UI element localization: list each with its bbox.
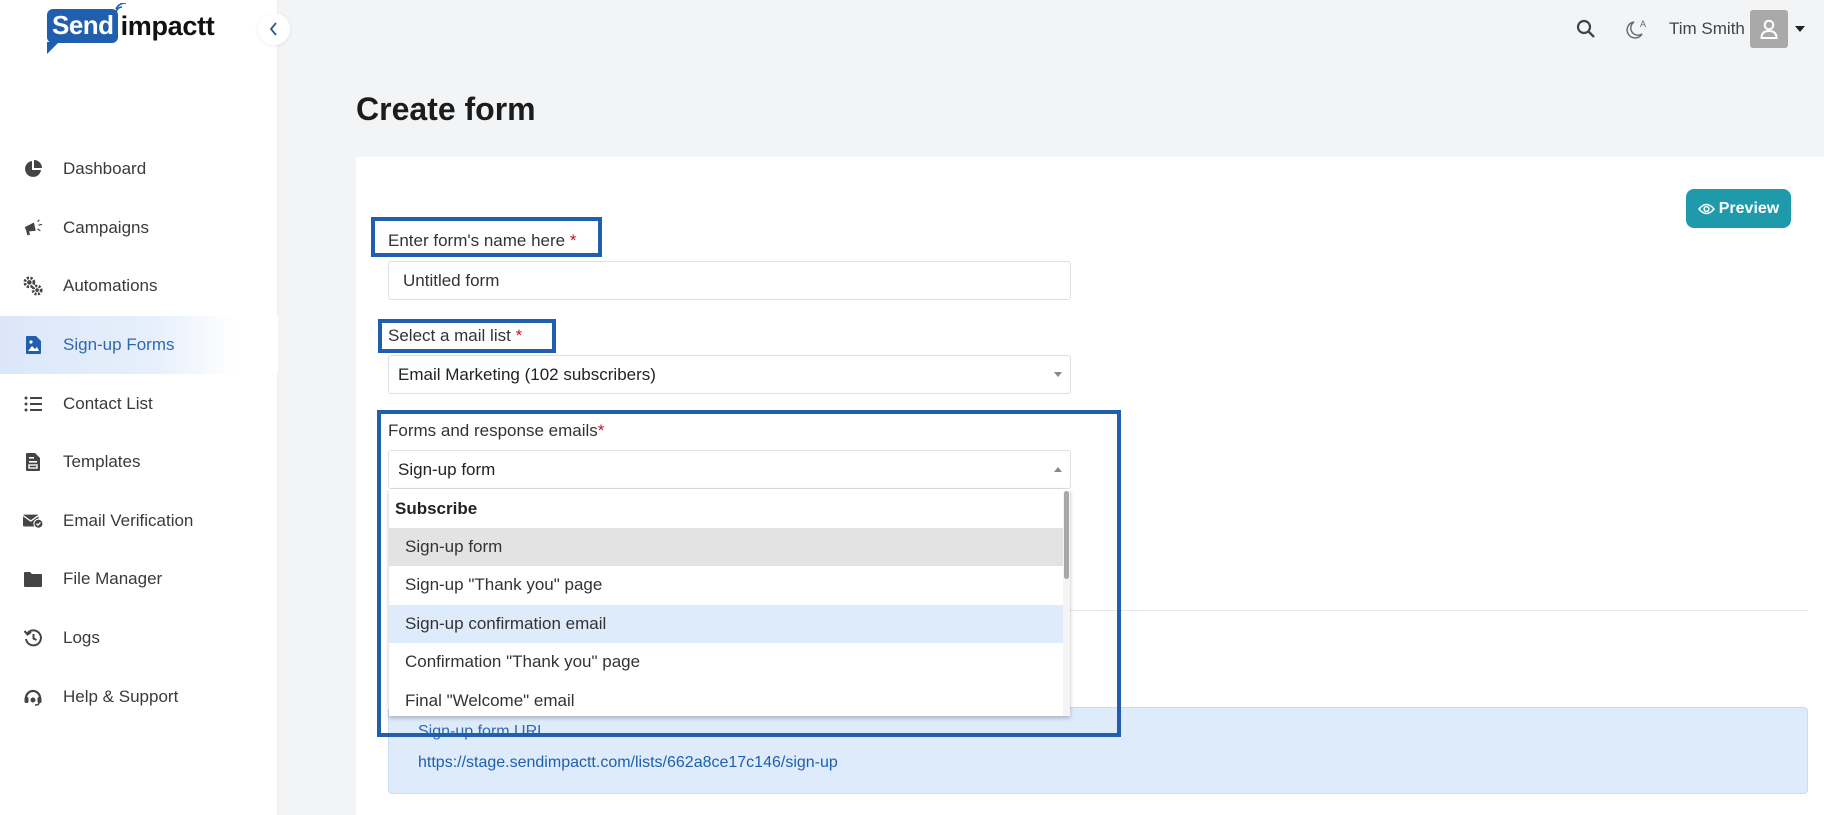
sidebar-item-campaigns[interactable]: Campaigns [0,199,278,258]
sidebar-item-help-support[interactable]: Help & Support [0,667,278,726]
form-file-icon [23,335,43,355]
sidebar-item-label: Contact List [63,393,153,413]
user-name[interactable]: Tim Smith [1669,19,1745,39]
dropdown-group-label: Subscribe [395,499,478,518]
mail-list-label: Select a mail list * [388,326,522,346]
list-icon [23,394,43,414]
envelope-check-icon [23,511,43,531]
caret-down-icon[interactable] [1795,26,1805,32]
search-icon [1576,19,1595,38]
sidebar-item-label: Sign-up Forms [63,335,175,355]
dropdown-option[interactable]: Final "Welcome" email [389,682,1063,716]
sidebar-item-label: Logs [63,628,100,648]
sidebar-item-templates[interactable]: Templates [0,433,278,492]
page-title: Create form [356,91,536,127]
sidebar-item-automations[interactable]: Automations [0,257,278,316]
forms-emails-selected-value: Sign-up form [398,459,496,479]
chevron-up-icon [1054,467,1062,472]
form-name-label-text: Enter form's name here [388,231,566,250]
logo-wordmark: impactt [114,2,215,42]
logo-bubble: Send [47,9,118,54]
forms-emails-dropdown: Subscribe Sign-up form Sign-up "Thank yo… [389,489,1070,716]
sidebar-item-label: File Manager [63,569,163,589]
required-mark: * [515,326,523,345]
chevron-left-icon [269,22,277,36]
sidebar-item-email-verification[interactable]: Email Verification [0,492,278,551]
headset-icon [23,687,43,707]
forms-emails-select[interactable]: Sign-up form [388,450,1071,489]
signup-url-link[interactable]: https://stage.sendimpactt.com/lists/662a… [418,754,838,772]
form-name-label: Enter form's name here * [388,231,576,251]
theme-toggle-button[interactable]: A [1620,12,1654,46]
user-icon [1760,19,1778,39]
forms-emails-label-text: Forms and response emails [388,421,598,440]
sidebar-item-logs[interactable]: Logs [0,609,278,668]
mail-list-label-text: Select a mail list [388,326,511,345]
required-mark: * [569,231,577,250]
mail-list-selected-value: Email Marketing (102 subscribers) [398,364,656,384]
svg-text:A: A [1640,19,1646,29]
signup-url-panel: Sign-up form URL https://stage.sendimpac… [388,707,1808,794]
eye-icon [1697,203,1715,214]
template-file-icon [23,452,43,472]
search-button[interactable] [1569,12,1603,46]
sidebar: Send impactt Dashboard Campaigns Automat… [0,0,278,815]
sidebar-item-sign-up-forms[interactable]: Sign-up Forms [0,315,278,375]
mail-list-select[interactable]: Email Marketing (102 subscribers) [388,355,1071,394]
preview-button[interactable]: Preview [1686,189,1791,228]
sidebar-item-label: Templates [63,452,141,472]
sidebar-item-dashboard[interactable]: Dashboard [0,140,278,199]
logo-text: impactt [120,10,215,41]
sidebar-item-label: Email Verification [63,510,194,530]
dropdown-scrollbar[interactable] [1063,491,1070,716]
avatar[interactable] [1750,10,1788,48]
gears-icon [23,276,43,297]
chevron-down-icon [1054,372,1062,377]
form-name-input[interactable] [388,261,1071,300]
dropdown-option[interactable]: Sign-up "Thank you" page [389,566,1063,604]
sidebar-collapse-button[interactable] [258,13,290,45]
folder-icon [23,569,43,589]
sidebar-item-label: Dashboard [63,159,147,179]
logo[interactable]: Send impactt [47,2,215,54]
pie-chart-icon [23,159,43,179]
sidebar-item-label: Help & Support [63,686,179,706]
dropdown-option[interactable]: Confirmation "Thank you" page [389,643,1063,681]
history-icon [23,628,43,648]
preview-label: Preview [1718,199,1780,217]
sidebar-item-file-manager[interactable]: File Manager [0,550,278,609]
sidebar-nav: Dashboard Campaigns Automations Sign-up … [0,140,278,726]
dropdown-option[interactable]: Sign-up confirmation email [389,604,1063,644]
megaphone-icon [23,218,43,238]
dropdown-option[interactable]: Sign-up form [389,528,1063,567]
sidebar-item-contact-list[interactable]: Contact List [0,374,278,433]
dropdown-scrollbar-thumb[interactable] [1064,491,1069,579]
wifi-signal-icon [114,2,126,13]
signup-url-label: Sign-up form URL [418,723,547,740]
theme-toggle-icon: A [1626,19,1646,39]
forms-emails-label: Forms and response emails* [388,421,604,441]
sidebar-item-label: Campaigns [63,217,149,237]
sidebar-item-label: Automations [63,276,158,296]
required-mark: * [597,421,605,440]
